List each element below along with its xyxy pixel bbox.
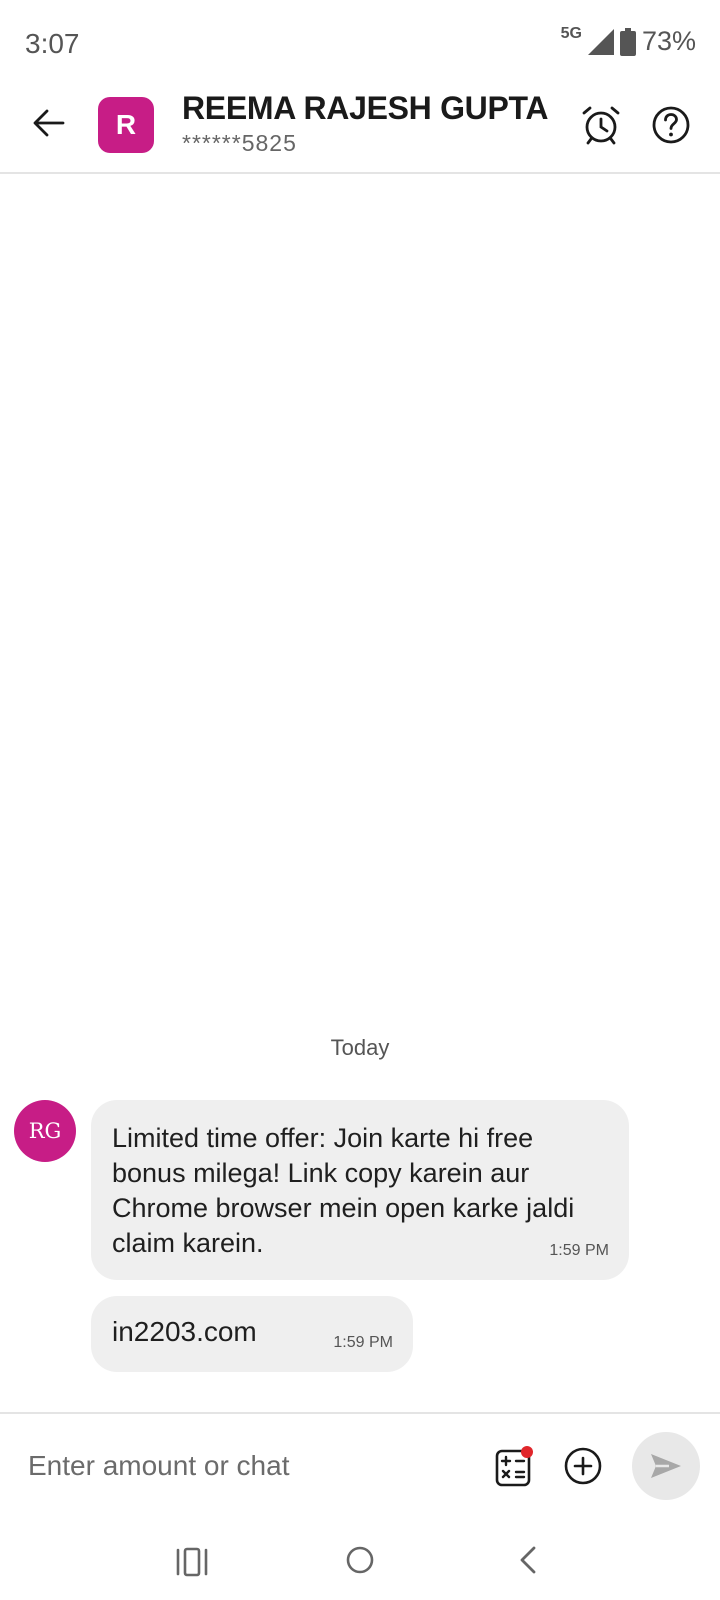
contact-avatar[interactable]: R	[98, 97, 154, 153]
message-text: in2203.com	[112, 1316, 257, 1347]
status-bar: 3:07 5G 73%	[0, 0, 720, 84]
battery-percent: 73%	[641, 26, 696, 56]
chat-input-bar	[0, 1412, 720, 1522]
status-time: 3:07	[25, 28, 80, 59]
message-bubble[interactable]: in2203.com 1:59 PM	[91, 1296, 413, 1372]
status-indicators: 5G 73%	[560, 24, 696, 57]
contact-masked-number: ******5825	[182, 130, 297, 156]
signal-icon	[587, 28, 614, 55]
network-type: 5G	[560, 24, 582, 42]
contact-name[interactable]: REEMA RAJESH GUPTA	[182, 90, 549, 127]
recents-icon[interactable]	[172, 1542, 212, 1582]
nav-back-icon[interactable]	[512, 1540, 544, 1580]
alarm-clock-icon[interactable]	[580, 104, 622, 146]
send-icon	[651, 1454, 681, 1478]
message-time: 1:59 PM	[333, 1334, 393, 1351]
message-text: Limited time offer: Join karte hi free b…	[112, 1123, 575, 1258]
help-icon[interactable]	[650, 104, 692, 146]
message-time: 1:59 PM	[549, 1242, 609, 1259]
chat-header: R REEMA RAJESH GUPTA ******5825	[0, 84, 720, 174]
home-icon[interactable]	[340, 1540, 380, 1580]
calculator-icon[interactable]	[494, 1446, 534, 1488]
notification-dot	[521, 1446, 533, 1458]
add-circle-icon[interactable]	[563, 1446, 603, 1486]
back-button[interactable]	[28, 102, 70, 144]
send-button[interactable]	[632, 1432, 700, 1500]
message-bubble[interactable]: Limited time offer: Join karte hi free b…	[91, 1100, 629, 1280]
sender-avatar[interactable]: RG	[14, 1100, 76, 1162]
system-nav-bar	[0, 1524, 720, 1600]
date-separator: Today	[330, 1035, 390, 1060]
chat-input[interactable]	[28, 1436, 468, 1496]
battery-icon	[619, 27, 636, 56]
back-arrow-icon	[33, 109, 65, 137]
